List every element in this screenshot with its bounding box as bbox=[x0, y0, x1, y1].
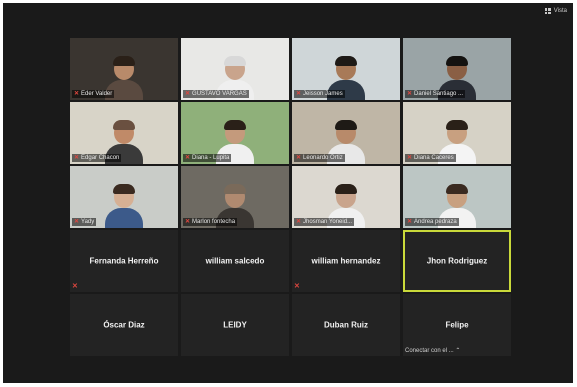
participant-audio-tile[interactable]: william salcedo bbox=[181, 230, 289, 292]
participant-video-tile[interactable]: ✕ Marlon fontecha bbox=[181, 166, 289, 228]
figure-hair bbox=[446, 56, 468, 66]
participant-audio-tile[interactable]: Fernanda Herreño ✕ bbox=[70, 230, 178, 292]
meeting-window: Vista ✕ Eder Valder ✕ GUSTAVO VARGAS ✕ Jeisso… bbox=[3, 3, 573, 383]
participant-name-tag: ✕ Edgar Chacon bbox=[72, 154, 122, 162]
participant-name-tag: ✕ Daniel Santiago ... bbox=[405, 90, 466, 98]
participant-name: Daniel Santiago ... bbox=[414, 91, 464, 97]
participant-name: Jhosman Yoneid... bbox=[303, 219, 353, 225]
gallery-view-icon bbox=[544, 8, 551, 14]
participant-name: Fernanda Herreño bbox=[89, 256, 159, 266]
participant-name: Óscar Diaz bbox=[103, 320, 145, 330]
participant-name: Yady bbox=[81, 219, 95, 225]
participant-name: Edgar Chacon bbox=[81, 155, 120, 161]
participant-audio-tile[interactable]: Felipe Conectar con el ... ⌃ bbox=[403, 294, 511, 356]
participant-video-tile[interactable]: ✕ Andrea pedraza bbox=[403, 166, 511, 228]
participant-video-tile[interactable]: ✕ Jhosman Yoneid... bbox=[292, 166, 400, 228]
participant-name: Marlon fontecha bbox=[192, 219, 236, 225]
figure-hair bbox=[113, 56, 135, 66]
mic-muted-icon: ✕ bbox=[74, 91, 80, 97]
participant-name: Jhon Rodriguez bbox=[426, 256, 488, 266]
figure-hair bbox=[446, 184, 468, 194]
participant-name: william hernandez bbox=[311, 256, 381, 266]
figure-hair bbox=[113, 120, 135, 130]
figure-hair bbox=[446, 120, 468, 130]
mic-muted-icon: ✕ bbox=[294, 283, 300, 290]
participant-audio-tile[interactable]: Duban Ruiz bbox=[292, 294, 400, 356]
mic-muted-icon: ✕ bbox=[407, 155, 413, 161]
participant-name: Eder Valder bbox=[81, 91, 113, 97]
participant-audio-tile[interactable]: william hernandez ✕ bbox=[292, 230, 400, 292]
participant-figure bbox=[105, 182, 143, 228]
participant-video-tile[interactable]: ✕ Jeisson James bbox=[292, 38, 400, 100]
participant-name: Duban Ruiz bbox=[324, 320, 368, 330]
view-switcher[interactable]: Vista bbox=[544, 5, 567, 17]
participant-audio-tile[interactable]: Jhon Rodriguez bbox=[403, 230, 511, 292]
participant-name-tag: ✕ Leonardo Ortiz bbox=[294, 154, 345, 162]
participant-name: LEIDY bbox=[223, 320, 247, 330]
mic-muted-icon: ✕ bbox=[185, 219, 191, 225]
mic-muted-icon: ✕ bbox=[407, 91, 413, 97]
figure-hair bbox=[335, 56, 357, 66]
figure-hair bbox=[224, 184, 246, 194]
figure-hair bbox=[224, 120, 246, 130]
participant-name-tag: ✕ Diana Caceres bbox=[405, 154, 456, 162]
mic-muted-icon: ✕ bbox=[74, 155, 80, 161]
mic-muted-icon: ✕ bbox=[296, 91, 302, 97]
participant-name: Diana - Lupita bbox=[192, 155, 230, 161]
participant-video-tile[interactable]: ✕ GUSTAVO VARGAS bbox=[181, 38, 289, 100]
participant-name-tag: ✕ Jhosman Yoneid... bbox=[294, 218, 355, 226]
figure-hair bbox=[335, 120, 357, 130]
participant-name-tag: ✕ Diana - Lupita bbox=[183, 154, 232, 162]
mic-muted-icon: ✕ bbox=[296, 219, 302, 225]
mic-muted-icon: ✕ bbox=[296, 155, 302, 161]
participant-video-tile[interactable]: ✕ Diana - Lupita bbox=[181, 102, 289, 164]
participant-name: Leonardo Ortiz bbox=[303, 155, 343, 161]
participant-video-tile[interactable]: ✕ Edgar Chacon bbox=[70, 102, 178, 164]
figure-hair bbox=[224, 56, 246, 66]
figure-torso bbox=[105, 208, 143, 228]
participant-name: william salcedo bbox=[205, 256, 265, 266]
participant-name: Jeisson James bbox=[303, 91, 343, 97]
mic-muted-icon: ✕ bbox=[407, 219, 413, 225]
participant-name-tag: ✕ Yady bbox=[72, 218, 97, 226]
participant-video-tile[interactable]: ✕ Eder Valder bbox=[70, 38, 178, 100]
participant-audio-tile[interactable]: Óscar Diaz bbox=[70, 294, 178, 356]
participant-name-tag: ✕ Jeisson James bbox=[294, 90, 345, 98]
figure-hair bbox=[113, 184, 135, 194]
participant-grid: ✕ Eder Valder ✕ GUSTAVO VARGAS ✕ Jeisson Jame… bbox=[70, 38, 511, 356]
participant-name: GUSTAVO VARGAS bbox=[192, 91, 247, 97]
mic-muted-icon: ✕ bbox=[72, 283, 78, 290]
participant-name-tag: ✕ Andrea pedraza bbox=[405, 218, 459, 226]
participant-audio-tile[interactable]: LEIDY bbox=[181, 294, 289, 356]
participant-name: Felipe bbox=[445, 320, 469, 330]
participant-video-tile[interactable]: ✕ Diana Caceres bbox=[403, 102, 511, 164]
connection-status[interactable]: Conectar con el ... ⌃ bbox=[405, 347, 460, 354]
participant-video-tile[interactable]: ✕ Daniel Santiago ... bbox=[403, 38, 511, 100]
figure-hair bbox=[335, 184, 357, 194]
participant-video-tile[interactable]: ✕ Leonardo Ortiz bbox=[292, 102, 400, 164]
mic-muted-icon: ✕ bbox=[74, 219, 80, 225]
mic-muted-icon: ✕ bbox=[185, 91, 191, 97]
view-label: Vista bbox=[553, 8, 567, 14]
participant-name: Andrea pedraza bbox=[414, 219, 457, 225]
participant-name-tag: ✕ Marlon fontecha bbox=[183, 218, 238, 226]
participant-name-tag: ✕ Eder Valder bbox=[72, 90, 115, 98]
participant-video-tile[interactable]: ✕ Yady bbox=[70, 166, 178, 228]
participant-name: Diana Caceres bbox=[414, 155, 454, 161]
mic-muted-icon: ✕ bbox=[185, 155, 191, 161]
participant-name-tag: ✕ GUSTAVO VARGAS bbox=[183, 90, 249, 98]
